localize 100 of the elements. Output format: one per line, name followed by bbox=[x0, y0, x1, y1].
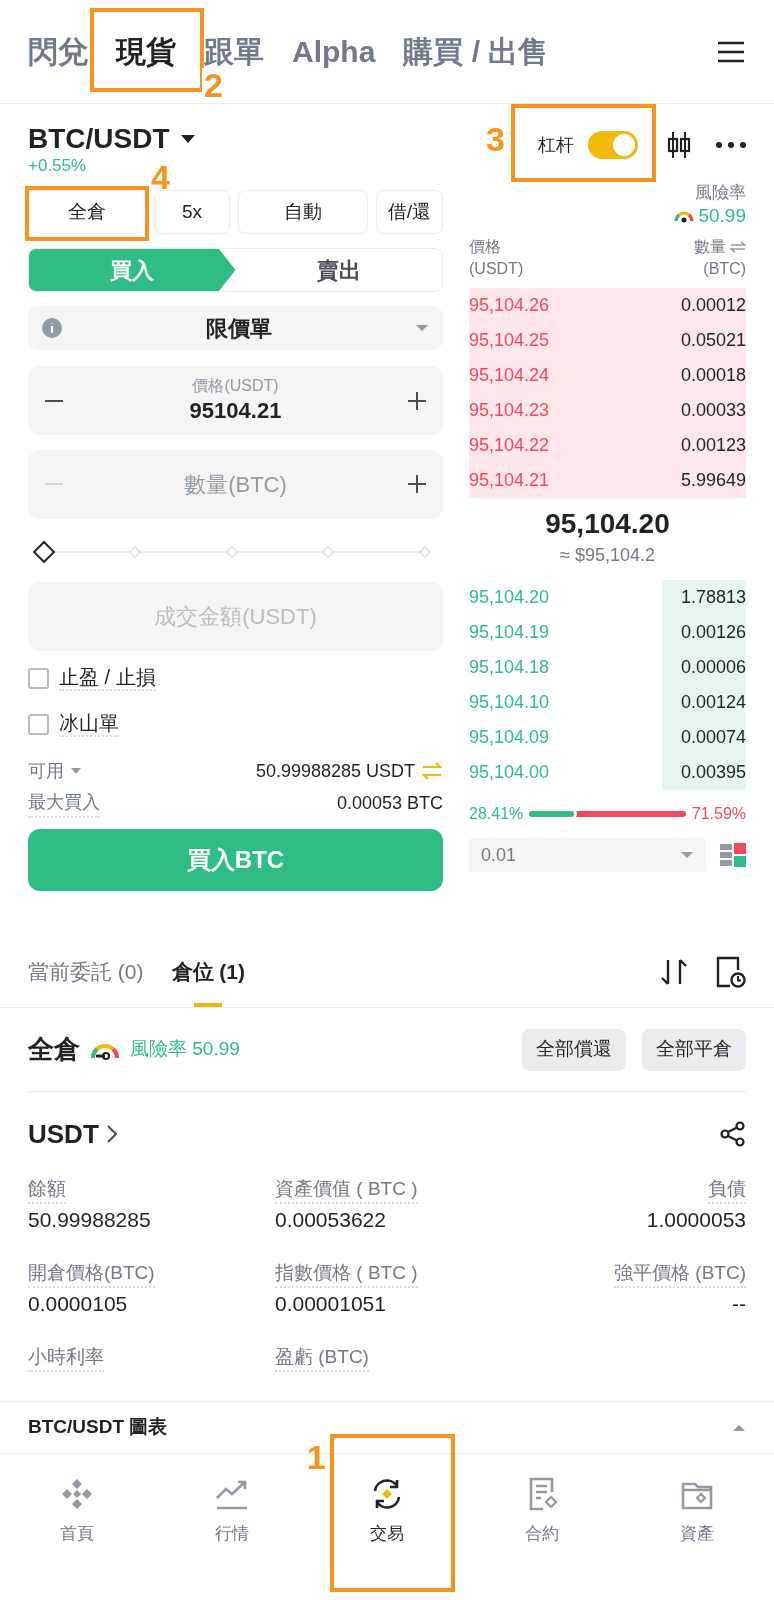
side-tab[interactable]: 賣出 bbox=[235, 249, 442, 291]
chevron-right-icon bbox=[106, 1125, 117, 1143]
quantity-input-field[interactable]: 數量(BTC) bbox=[28, 450, 443, 519]
order-quantity: 0.00126 bbox=[680, 621, 746, 644]
amount-input-field[interactable]: 成交金額(USDT) bbox=[28, 582, 443, 651]
stat-label: 開倉價格(BTC) bbox=[28, 1260, 155, 1288]
caret-down-icon[interactable] bbox=[179, 134, 196, 144]
tab[interactable]: Alpha bbox=[292, 33, 376, 70]
caret-down-icon bbox=[680, 851, 694, 859]
sort-icon[interactable] bbox=[660, 957, 688, 986]
order-price[interactable]: 95,104.09 bbox=[469, 724, 550, 751]
max-buy-value: 0.00053 BTC bbox=[335, 791, 443, 815]
swap-icon[interactable] bbox=[730, 241, 746, 253]
tab[interactable]: 閃兌 bbox=[28, 33, 88, 70]
last-price-usd: ≈ $95,104.2 bbox=[560, 544, 655, 567]
gauge-icon bbox=[674, 209, 695, 223]
nav-item[interactable]: 行情 bbox=[214, 1476, 251, 1546]
nav-item[interactable]: 交易 bbox=[369, 1476, 405, 1546]
caret-down-icon bbox=[415, 324, 429, 332]
risk-value: 50.99 bbox=[698, 204, 746, 228]
nav-item[interactable]: 首頁 bbox=[59, 1476, 96, 1546]
asset-name[interactable]: USDT bbox=[28, 1114, 99, 1154]
stat-label: 資產價值 ( BTC ) bbox=[275, 1176, 418, 1204]
stat-label: 盈虧 (BTC) bbox=[275, 1344, 369, 1372]
order-quantity: 0.00395 bbox=[680, 761, 746, 784]
leverage-toggle[interactable] bbox=[588, 131, 638, 159]
order-price[interactable]: 95,104.20 bbox=[469, 584, 550, 611]
stat-label: 強平價格 (BTC) bbox=[614, 1260, 746, 1288]
share-icon[interactable] bbox=[720, 1121, 746, 1147]
plus-icon[interactable] bbox=[407, 474, 427, 494]
side-tab[interactable]: 買入 bbox=[29, 249, 236, 291]
margin-mode: 全倉 bbox=[28, 1033, 80, 1066]
column-unit: (USDT) bbox=[469, 259, 524, 279]
stat-value: 1.0000053 bbox=[646, 1207, 746, 1233]
order-price[interactable]: 95,104.24 bbox=[469, 362, 550, 389]
slider-step-icon bbox=[128, 546, 141, 558]
order-quantity: 0.00012 bbox=[680, 294, 746, 317]
order-price[interactable]: 95,104.23 bbox=[469, 397, 550, 424]
order-price[interactable]: 95,104.19 bbox=[469, 619, 550, 646]
margin-option-button[interactable]: 5x bbox=[154, 190, 230, 234]
action-button[interactable]: 全部償還 bbox=[522, 1028, 626, 1071]
price-input-field[interactable]: 價格(USDT) 95104.21 bbox=[28, 366, 443, 435]
option-label[interactable]: 止盈 / 止損 bbox=[59, 665, 156, 691]
buy-button[interactable]: 買入BTC bbox=[28, 829, 443, 891]
order-type-select[interactable]: 限價單 bbox=[28, 306, 443, 350]
caret-down-icon bbox=[70, 767, 82, 775]
nav-item[interactable]: 資產 bbox=[678, 1476, 715, 1546]
column-header: 數量 bbox=[694, 237, 726, 257]
order-quantity: 0.00018 bbox=[680, 364, 746, 387]
order-price[interactable]: 95,104.25 bbox=[469, 327, 550, 354]
margin-option-button[interactable]: 借/還 bbox=[376, 190, 443, 234]
order-quantity: 0.00006 bbox=[680, 656, 746, 679]
stat-value: -- bbox=[732, 1291, 746, 1317]
buy-ratio: 28.41% bbox=[469, 804, 524, 824]
stat-label: 負債 bbox=[708, 1176, 746, 1204]
stat-label: 餘額 bbox=[28, 1176, 66, 1204]
candlestick-icon[interactable] bbox=[666, 131, 692, 159]
order-price[interactable]: 95,104.26 bbox=[469, 292, 550, 319]
annotation-number: 3 bbox=[486, 122, 505, 156]
stat-value: 0.00053622 bbox=[275, 1207, 386, 1233]
precision-select[interactable]: 0.01 bbox=[469, 838, 706, 872]
order-quantity: 0.00123 bbox=[680, 434, 746, 457]
checkbox[interactable] bbox=[28, 713, 49, 735]
order-price[interactable]: 95,104.21 bbox=[469, 467, 550, 494]
order-price[interactable]: 95,104.10 bbox=[469, 689, 550, 716]
slider-step-icon bbox=[322, 546, 335, 558]
tab[interactable]: 倉位 (1) bbox=[171, 936, 245, 1007]
stat-value: 0.00001051 bbox=[275, 1291, 386, 1317]
caret-up-icon bbox=[732, 1423, 746, 1432]
tab[interactable]: 當前委託 (0) bbox=[28, 936, 144, 1007]
leverage-label: 杠杆 bbox=[538, 133, 574, 157]
more-icon[interactable] bbox=[716, 142, 746, 148]
tab[interactable]: 跟單 bbox=[204, 33, 264, 70]
menu-icon[interactable] bbox=[716, 39, 746, 64]
order-quantity: 0.00074 bbox=[680, 726, 746, 749]
order-price[interactable]: 95,104.00 bbox=[469, 759, 550, 786]
sell-ratio: 71.59% bbox=[691, 804, 746, 824]
stat-label: 指數價格 ( BTC ) bbox=[275, 1260, 418, 1288]
action-button[interactable]: 全部平倉 bbox=[642, 1028, 746, 1071]
column-header: 價格 bbox=[469, 237, 502, 257]
order-quantity: 1.78813 bbox=[680, 586, 746, 609]
option-label[interactable]: 冰山單 bbox=[59, 711, 119, 737]
order-history-icon[interactable] bbox=[716, 955, 746, 988]
tab[interactable]: 現貨 bbox=[116, 33, 176, 70]
margin-option-button[interactable]: 自動 bbox=[238, 190, 368, 234]
pair-symbol[interactable]: BTC/USDT bbox=[28, 122, 170, 156]
checkbox[interactable] bbox=[28, 667, 49, 689]
order-price[interactable]: 95,104.22 bbox=[469, 432, 550, 459]
available-label[interactable]: 可用 bbox=[28, 757, 64, 785]
tab[interactable]: 購買 / 出售 bbox=[403, 33, 549, 70]
last-price: 95,104.20 bbox=[545, 507, 670, 541]
minus-icon bbox=[44, 398, 64, 403]
layout-icon[interactable] bbox=[720, 842, 746, 868]
max-buy-label: 最大買入 bbox=[28, 788, 100, 818]
stat-value: 0.0000105 bbox=[28, 1291, 128, 1317]
stat-value: 50.99988285 bbox=[28, 1207, 151, 1233]
order-price[interactable]: 95,104.18 bbox=[469, 654, 550, 681]
info-icon bbox=[42, 318, 62, 338]
nav-item[interactable]: 合約 bbox=[523, 1476, 560, 1546]
order-quantity: 0.00124 bbox=[680, 691, 746, 714]
